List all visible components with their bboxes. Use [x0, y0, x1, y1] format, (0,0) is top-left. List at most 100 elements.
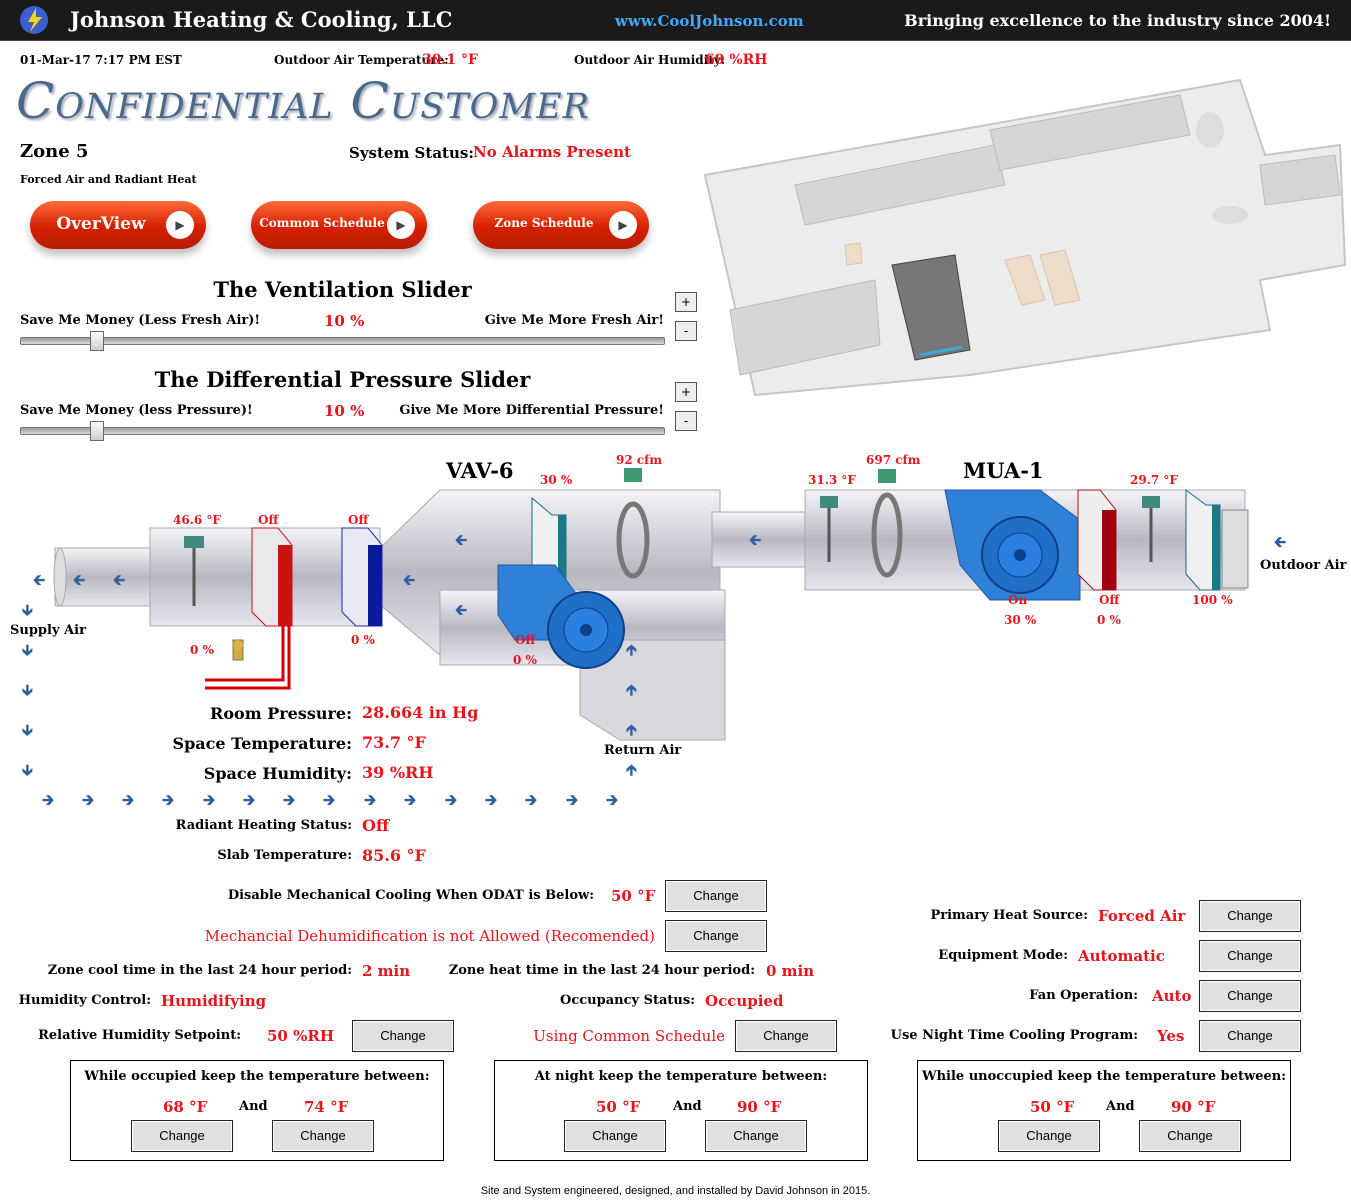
zone-schedule-label: Zone Schedule — [494, 216, 594, 230]
vav-damper-pct: 30 % — [540, 473, 573, 487]
flow-arrow-left-icon: 🡰 — [1274, 533, 1287, 551]
vent-plus-button[interactable]: + — [675, 292, 697, 312]
schedule-change-button[interactable]: Change — [735, 1020, 837, 1052]
vent-minus-button[interactable]: - — [675, 321, 697, 341]
flow-arrow-down-icon: 🡳 — [22, 681, 33, 699]
header-bar: Johnson Heating & Cooling, LLC www.CoolJ… — [0, 0, 1351, 41]
footer-credit: Site and System engineered, designed, an… — [480, 1185, 871, 1197]
zone-schedule-button[interactable]: Zone Schedule ▶ — [473, 201, 649, 249]
flow-arrow-left-icon: 🡰 — [113, 571, 126, 589]
flow-arrow-right-icon: 🡲 — [42, 791, 55, 809]
cool-coil-status: Off — [348, 513, 369, 527]
zone-name: Zone 5 — [20, 141, 89, 162]
rh-setpoint-value: 50 %RH — [267, 1027, 334, 1045]
flow-arrow-left-icon: 🡰 — [455, 531, 468, 549]
unoccupied-range-box: While unoccupied keep the temperature be… — [917, 1060, 1291, 1161]
outdoor-air-label: Outdoor Air — [1260, 558, 1347, 573]
flow-arrow-right-icon: 🡲 — [82, 791, 95, 809]
vav-cfm: 92 cfm — [616, 453, 663, 467]
overview-button[interactable]: OverView ▶ — [30, 201, 206, 249]
dp-right-label: Give Me More Differential Pressure! — [399, 403, 664, 418]
mua-fan-pct: 30 % — [1004, 613, 1037, 627]
flow-arrow-right-icon: 🡲 — [283, 791, 296, 809]
humidity-control-value: Humidifying — [161, 992, 267, 1010]
dp-slider[interactable] — [20, 427, 665, 435]
flow-arrow-right-icon: 🡲 — [404, 791, 417, 809]
flow-arrow-right-icon: 🡲 — [525, 791, 538, 809]
unoccupied-high-change-button[interactable]: Change — [1139, 1120, 1241, 1152]
dehum-change-button[interactable]: Change — [665, 920, 767, 952]
occupied-low-change-button[interactable]: Change — [131, 1120, 233, 1152]
radiant-value: Off — [362, 816, 390, 835]
night-and: And — [673, 1099, 702, 1114]
mua-title: MUA-1 — [963, 458, 1044, 483]
dp-slider-thumb[interactable] — [90, 421, 104, 441]
night-high-change-button[interactable]: Change — [705, 1120, 807, 1152]
room-pressure-value: 28.664 in Hg — [362, 703, 479, 722]
dp-plus-button[interactable]: + — [675, 382, 697, 402]
zone-cool-value: 2 min — [362, 962, 411, 980]
common-schedule-button[interactable]: Common Schedule ▶ — [251, 201, 427, 249]
unoccupied-low-change-button[interactable]: Change — [998, 1120, 1100, 1152]
floor-plan-map[interactable] — [700, 75, 1350, 405]
equip-mode-change-button[interactable]: Change — [1199, 940, 1301, 972]
oah-value: 69 %RH — [705, 52, 768, 68]
flow-arrow-up-icon: 🡱 — [626, 721, 637, 739]
equip-mode-value: Automatic — [1078, 947, 1165, 965]
website-link[interactable]: www.CoolJohnson.com — [615, 12, 804, 30]
vav-fan-status: Off — [515, 633, 536, 647]
flow-arrow-right-icon: 🡲 — [485, 791, 498, 809]
space-temp-value: 73.7 °F — [362, 733, 426, 752]
radiant-label: Radiant Heating Status: — [175, 818, 352, 833]
dp-value: 10 % — [324, 402, 365, 420]
space-humidity-value: 39 %RH — [362, 763, 434, 782]
night-low: 50 °F — [596, 1098, 641, 1116]
flow-arrow-right-icon: 🡲 — [323, 791, 336, 809]
flow-arrow-left-icon: 🡰 — [33, 571, 46, 589]
flow-arrow-up-icon: 🡱 — [626, 681, 637, 699]
return-air-label: Return Air — [604, 743, 682, 758]
night-range-title: At night keep the temperature between: — [534, 1069, 828, 1084]
rh-setpoint-change-button[interactable]: Change — [352, 1020, 454, 1052]
occupied-high-change-button[interactable]: Change — [272, 1120, 374, 1152]
disable-cooling-change-button[interactable]: Change — [665, 880, 767, 912]
night-cool-change-button[interactable]: Change — [1199, 1020, 1301, 1052]
occupancy-label: Occupancy Status: — [560, 993, 695, 1008]
primary-heat-value: Forced Air — [1098, 907, 1186, 925]
flow-arrow-down-icon: 🡳 — [22, 721, 33, 739]
night-high: 90 °F — [737, 1098, 782, 1116]
disable-cooling-label: Disable Mechanical Cooling When ODAT is … — [227, 888, 594, 903]
play-icon: ▶ — [609, 211, 637, 239]
occupied-and: And — [239, 1099, 268, 1114]
slab-temp-label: Slab Temperature: — [217, 848, 352, 863]
occupied-range-title: While occupied keep the temperature betw… — [84, 1069, 430, 1084]
night-low-change-button[interactable]: Change — [564, 1120, 666, 1152]
common-schedule-label: Common Schedule — [259, 216, 385, 230]
night-range-box: At night keep the temperature between: 5… — [494, 1060, 868, 1161]
flow-arrow-up-icon: 🡱 — [626, 761, 637, 779]
flow-arrow-right-icon: 🡲 — [566, 791, 579, 809]
dp-minus-button[interactable]: - — [675, 411, 697, 431]
occupied-high: 74 °F — [304, 1098, 349, 1116]
dp-slider-title: The Differential Pressure Slider — [154, 367, 531, 392]
overview-label: OverView — [56, 214, 146, 234]
space-humidity-label: Space Humidity: — [203, 764, 352, 783]
space-temp-label: Space Temperature: — [172, 734, 352, 753]
ventilation-slider-title: The Ventilation Slider — [213, 277, 472, 302]
primary-heat-change-button[interactable]: Change — [1199, 900, 1301, 932]
vent-right-label: Give Me More Fresh Air! — [484, 313, 664, 328]
flow-arrow-right-icon: 🡲 — [162, 791, 175, 809]
occupied-low: 68 °F — [163, 1098, 208, 1116]
flow-arrow-right-icon: 🡲 — [243, 791, 256, 809]
flow-arrow-down-icon: 🡳 — [22, 761, 33, 779]
system-status-label: System Status: — [349, 144, 474, 162]
mua-fan-status: On — [1008, 593, 1028, 607]
ventilation-slider-thumb[interactable] — [90, 331, 104, 351]
flow-arrow-up-icon: 🡱 — [626, 641, 637, 659]
fan-op-change-button[interactable]: Change — [1199, 980, 1301, 1012]
vent-value: 10 % — [324, 312, 365, 330]
fan-op-label: Fan Operation: — [1029, 988, 1138, 1003]
flow-arrow-left-icon: 🡰 — [749, 531, 762, 549]
ventilation-slider[interactable] — [20, 337, 665, 345]
flow-arrow-down-icon: 🡳 — [22, 601, 33, 619]
